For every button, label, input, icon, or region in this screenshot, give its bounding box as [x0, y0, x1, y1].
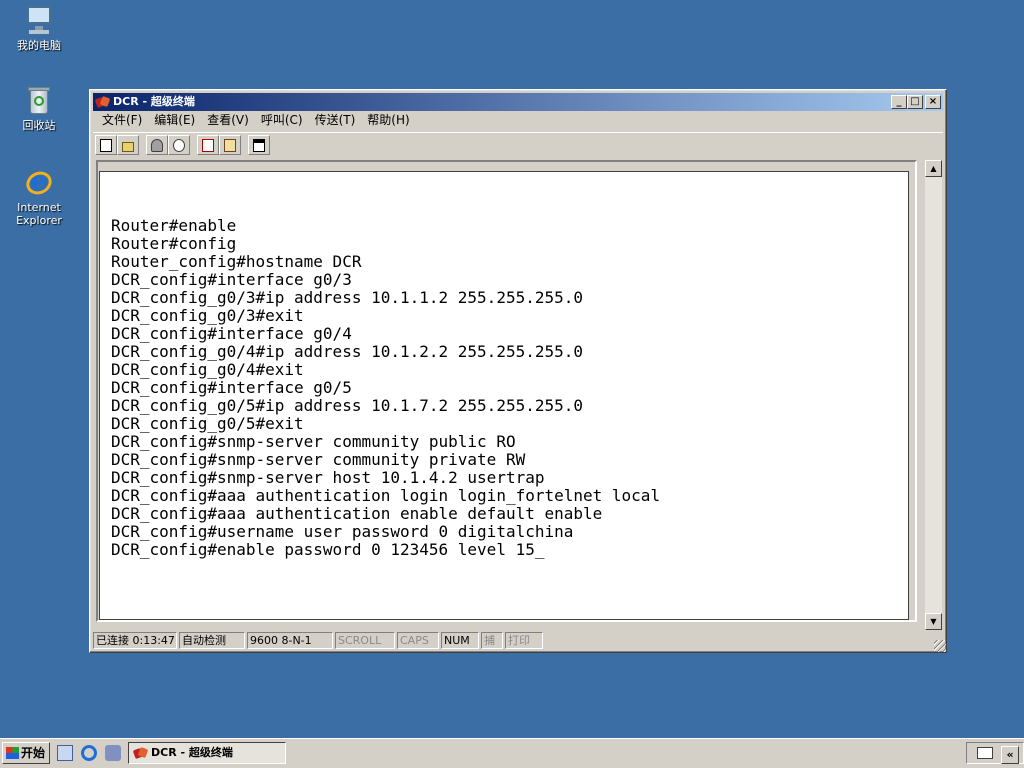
status-num: NUM [441, 631, 479, 649]
menu-call[interactable]: 呼叫(C) [255, 111, 309, 130]
hyperterminal-app-icon[interactable] [94, 95, 111, 109]
status-scroll: SCROLL [335, 631, 395, 649]
menu-view[interactable]: 查看(V) [201, 111, 255, 130]
terminal-line: DCR_config#snmp-server community private… [111, 450, 526, 469]
terminal-output: Router#enable Router#config Router_confi… [111, 199, 660, 559]
taskbar-button-label: DCR - 超级终端 [151, 746, 233, 759]
desktop-icon-internet-explorer[interactable]: e Internet Explorer [4, 166, 74, 227]
open-folder-icon [122, 141, 134, 152]
terminal-line: DCR_config#aaa authentication enable def… [111, 504, 603, 523]
terminal-line: DCR_config#aaa authentication login logi… [111, 486, 661, 505]
new-connection-button[interactable] [95, 134, 117, 155]
terminal-line: DCR_config#interface g0/4 [111, 324, 352, 343]
disconnect-icon [173, 138, 185, 152]
terminal-line: DCR_config_g0/4#exit [111, 360, 304, 379]
receive-file-icon [224, 138, 236, 152]
desktop-icon-my-computer[interactable]: 我的电脑 [4, 4, 74, 52]
show-desktop-icon[interactable] [57, 745, 73, 761]
menu-file[interactable]: 文件(F) [96, 111, 148, 130]
resize-grip[interactable] [934, 640, 946, 652]
system-tray: « [966, 742, 1024, 764]
windows-logo-icon [6, 747, 19, 759]
properties-icon [253, 138, 265, 152]
terminal-line: DCR_config_g0/5#exit [111, 414, 304, 433]
my-computer-icon [23, 4, 55, 36]
send-file-icon [202, 138, 214, 152]
taskbar: 开始 DCR - 超级终端 « [0, 738, 1024, 768]
terminal-line: DCR_config#snmp-server host 10.1.4.2 use… [111, 468, 545, 487]
recycle-bin-icon [23, 84, 55, 116]
quick-launch-ie-icon[interactable] [81, 745, 97, 761]
start-button[interactable]: 开始 [2, 742, 50, 764]
menu-edit[interactable]: 编辑(E) [148, 111, 201, 130]
call-button[interactable] [146, 134, 168, 155]
terminal-line: DCR_config#username user password 0 digi… [111, 522, 574, 541]
minimize-button[interactable]: _ [891, 95, 907, 109]
hyperterminal-window: DCR - 超级终端 _ □ × 文件(F) 编辑(E) 查看(V) 呼叫(C)… [89, 89, 947, 653]
menu-bar: 文件(F) 编辑(E) 查看(V) 呼叫(C) 传送(T) 帮助(H) [93, 111, 943, 130]
tray-expand-button[interactable]: « [1001, 746, 1019, 764]
window-title: DCR - 超级终端 [113, 95, 195, 108]
maximize-button[interactable]: □ [907, 95, 923, 109]
desktop-icon-label: Internet Explorer [16, 201, 62, 227]
terminal-line: DCR_config_g0/3#ip address 10.1.1.2 255.… [111, 288, 584, 307]
status-print: 打印 [505, 631, 543, 649]
terminal-line: Router_config#hostname DCR [111, 252, 362, 271]
terminal-line: DCR_config#interface g0/5 [111, 378, 352, 397]
status-caps: CAPS [397, 631, 439, 649]
terminal-line: DCR_config_g0/4#ip address 10.1.2.2 255.… [111, 342, 584, 361]
new-file-icon [100, 138, 112, 152]
terminal-screen[interactable]: Router#enable Router#config Router_confi… [99, 171, 909, 620]
vertical-scrollbar[interactable]: ▲ ▼ [925, 160, 942, 630]
scroll-down-button[interactable]: ▼ [925, 613, 942, 630]
menu-transfer[interactable]: 传送(T) [309, 111, 362, 130]
start-button-label: 开始 [21, 746, 46, 760]
terminal-line: DCR_config#enable password 0 123456 leve… [111, 540, 545, 559]
status-connected-time: 已连接 0:13:47 [93, 631, 177, 649]
desktop-icon-label: 回收站 [22, 119, 56, 132]
menu-help[interactable]: 帮助(H) [361, 111, 415, 130]
taskbar-button-hyperterminal[interactable]: DCR - 超级终端 [128, 742, 286, 764]
status-port-params: 9600 8-N-1 [247, 631, 333, 649]
hyperterminal-task-icon [132, 746, 149, 760]
desktop-icon-recycle-bin[interactable]: 回收站 [4, 84, 74, 132]
status-capture: 捕 [481, 631, 503, 649]
terminal-line: Router#config [111, 234, 237, 253]
toolbar [93, 132, 943, 156]
disconnect-button[interactable] [168, 134, 190, 155]
properties-button[interactable] [248, 134, 270, 155]
terminal-line: DCR_config_g0/3#exit [111, 306, 304, 325]
title-bar[interactable]: DCR - 超级终端 _ □ × [93, 93, 943, 111]
terminal-line: DCR_config_g0/5#ip address 10.1.7.2 255.… [111, 396, 584, 415]
dial-phone-icon [151, 138, 163, 152]
internet-explorer-icon: e [22, 166, 56, 199]
terminal-line: DCR_config#snmp-server community public … [111, 432, 516, 451]
open-button[interactable] [117, 134, 139, 155]
close-button[interactable]: × [925, 95, 941, 109]
desktop-icon-label: 我的电脑 [17, 39, 61, 52]
terminal-line: Router#enable [111, 216, 237, 235]
quick-launch-app-icon[interactable] [105, 745, 121, 761]
receive-button[interactable] [219, 134, 241, 155]
keyboard-icon[interactable] [977, 747, 993, 759]
terminal-line: DCR_config#interface g0/3 [111, 270, 352, 289]
status-detect: 自动检测 [179, 631, 245, 649]
send-button[interactable] [197, 134, 219, 155]
scroll-up-button[interactable]: ▲ [925, 160, 942, 177]
status-bar: 已连接 0:13:47 自动检测 9600 8-N-1 SCROLL CAPS … [93, 631, 943, 649]
